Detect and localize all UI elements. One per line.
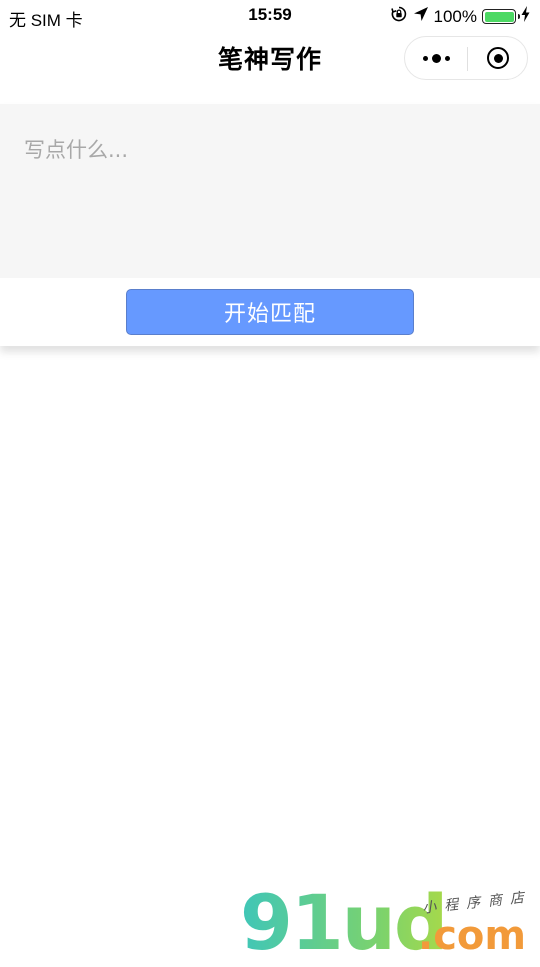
status-icons: 100% (390, 5, 530, 28)
start-match-button[interactable]: 开始匹配 (126, 289, 414, 335)
battery-tip (517, 14, 520, 19)
battery-level-fill (484, 11, 514, 22)
watermark-logo-text: 91ud (240, 878, 448, 967)
status-bar: 无 SIM 卡 15:59 100% (0, 0, 540, 32)
more-dot (431, 53, 441, 63)
more-dots-icon[interactable] (405, 37, 467, 79)
watermark-logo: 91ud 小程序商店 .com (240, 878, 540, 967)
charging-bolt-icon (521, 6, 530, 27)
mini-program-capsule (404, 36, 528, 80)
watermark-domain: .com (418, 913, 527, 959)
battery-percent: 100% (433, 6, 477, 26)
target-ring (487, 47, 509, 69)
location-arrow-icon (413, 6, 429, 27)
textarea-container (0, 104, 540, 278)
target-center (493, 53, 503, 63)
more-dot (422, 55, 428, 61)
rotation-lock-icon (390, 5, 408, 28)
nav-bar: 笔神写作 (0, 32, 540, 88)
editor-card: 开始匹配 (0, 104, 540, 346)
battery-icon (482, 9, 520, 24)
writing-input[interactable] (22, 132, 522, 266)
more-dot (444, 55, 450, 61)
target-circle-icon[interactable] (468, 37, 528, 79)
